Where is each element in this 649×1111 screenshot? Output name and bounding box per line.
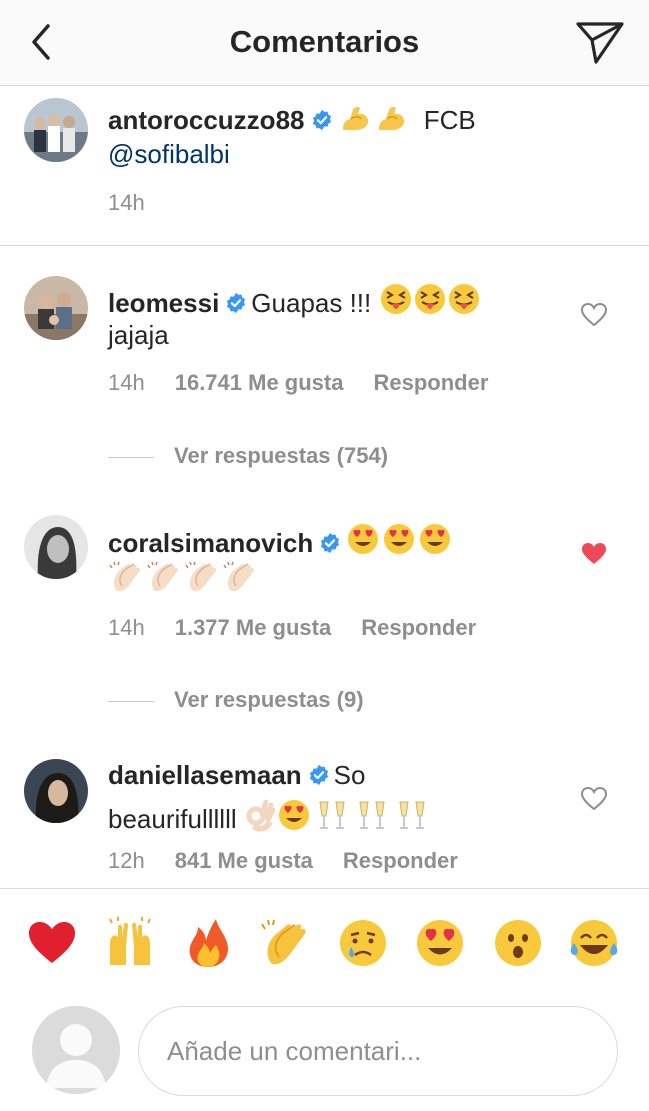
divider xyxy=(108,700,154,702)
caption-text: FCB xyxy=(423,105,476,135)
comment-text: jajaja xyxy=(108,320,169,350)
likes-count[interactable]: 1.377 Me gusta xyxy=(175,615,332,640)
default-user-icon xyxy=(32,1006,120,1094)
page-title: Comentarios xyxy=(229,24,420,59)
squinting-tongue-emoji xyxy=(379,282,413,325)
tears-of-joy-emoji-button[interactable] xyxy=(568,917,620,969)
profile-photo-icon xyxy=(24,759,88,823)
liked-heart-icon[interactable] xyxy=(580,540,608,568)
mention-link[interactable]: @sofibalbi xyxy=(108,139,230,169)
heart-eyes-emoji xyxy=(276,798,312,841)
clinking-glasses-emoji xyxy=(392,798,432,841)
top-bar: Comentarios xyxy=(0,0,649,86)
likes-count[interactable]: 841 Me gusta xyxy=(175,848,313,873)
verified-badge-icon xyxy=(227,292,246,314)
divider xyxy=(108,456,154,458)
profile-photo-icon xyxy=(24,98,88,162)
clapping-hands-emoji-button[interactable] xyxy=(259,917,311,969)
profile-photo-icon xyxy=(24,276,88,340)
raising-hands-emoji-button[interactable] xyxy=(104,917,156,969)
comment-username[interactable]: coralsimanovich xyxy=(108,528,313,558)
comment-timestamp: 14h xyxy=(108,615,145,640)
profile-photo-icon xyxy=(24,515,88,579)
fire-emoji-button[interactable] xyxy=(182,917,234,969)
avatar[interactable] xyxy=(24,759,88,823)
reply-button[interactable]: Responder xyxy=(373,370,488,395)
verified-badge-icon xyxy=(321,532,340,554)
caption-username[interactable]: antoroccuzzo88 xyxy=(108,105,305,135)
avatar[interactable] xyxy=(24,98,88,162)
comment-text: beaurifullllll xyxy=(108,804,237,834)
heart-eyes-emoji xyxy=(345,522,381,565)
surprised-face-emoji-button[interactable] xyxy=(492,917,544,969)
send-button[interactable] xyxy=(574,18,626,66)
flexed-biceps-emoji xyxy=(337,101,373,142)
ok-hand-emoji xyxy=(244,798,276,841)
view-replies-label: Ver respuestas (754) xyxy=(174,443,389,468)
like-heart-icon[interactable] xyxy=(580,785,608,813)
my-avatar xyxy=(32,1006,120,1094)
clinking-glasses-emoji xyxy=(312,798,352,841)
comment-timestamp: 14h xyxy=(108,370,145,395)
reply-button[interactable]: Responder xyxy=(361,615,476,640)
comment-username[interactable]: daniellasemaan xyxy=(108,760,302,790)
avatar[interactable] xyxy=(24,515,88,579)
verified-badge-icon xyxy=(309,764,328,786)
comment-username[interactable]: leomessi xyxy=(108,288,219,318)
likes-count[interactable]: 16.741 Me gusta xyxy=(175,370,344,395)
crying-face-emoji-button[interactable] xyxy=(337,917,389,969)
squinting-tongue-emoji xyxy=(447,282,481,325)
heart-eyes-emoji xyxy=(417,522,453,565)
red-heart-emoji-button[interactable] xyxy=(26,917,78,969)
comment-text: Guapas !!! xyxy=(251,288,372,318)
caption-timestamp: 14h xyxy=(108,190,145,215)
avatar[interactable] xyxy=(24,276,88,340)
heart-eyes-emoji-button[interactable] xyxy=(414,917,466,969)
view-replies-label: Ver respuestas (9) xyxy=(174,687,364,712)
view-replies-button[interactable]: Ver respuestas (9) xyxy=(108,687,364,713)
clapping-hands-emoji xyxy=(222,560,260,603)
post-caption: antoroccuzzo88 FCB @sofibalbi 14h xyxy=(0,86,649,246)
reply-button[interactable]: Responder xyxy=(343,848,458,873)
quick-emoji-bar xyxy=(0,888,649,994)
clapping-hands-emoji xyxy=(184,560,222,603)
comment-timestamp: 12h xyxy=(108,848,145,873)
clapping-hands-emoji xyxy=(108,560,146,603)
verified-badge-icon xyxy=(312,109,331,131)
flexed-biceps-emoji xyxy=(373,101,409,142)
paper-plane-icon xyxy=(576,22,624,64)
squinting-tongue-emoji xyxy=(413,282,447,325)
heart-eyes-emoji xyxy=(381,522,417,565)
like-heart-icon[interactable] xyxy=(580,301,608,329)
view-replies-button[interactable]: Ver respuestas (754) xyxy=(108,443,388,469)
clinking-glasses-emoji xyxy=(352,798,392,841)
comment-input[interactable] xyxy=(138,1006,618,1096)
comment-text: So xyxy=(333,760,366,790)
clapping-hands-emoji xyxy=(146,560,184,603)
